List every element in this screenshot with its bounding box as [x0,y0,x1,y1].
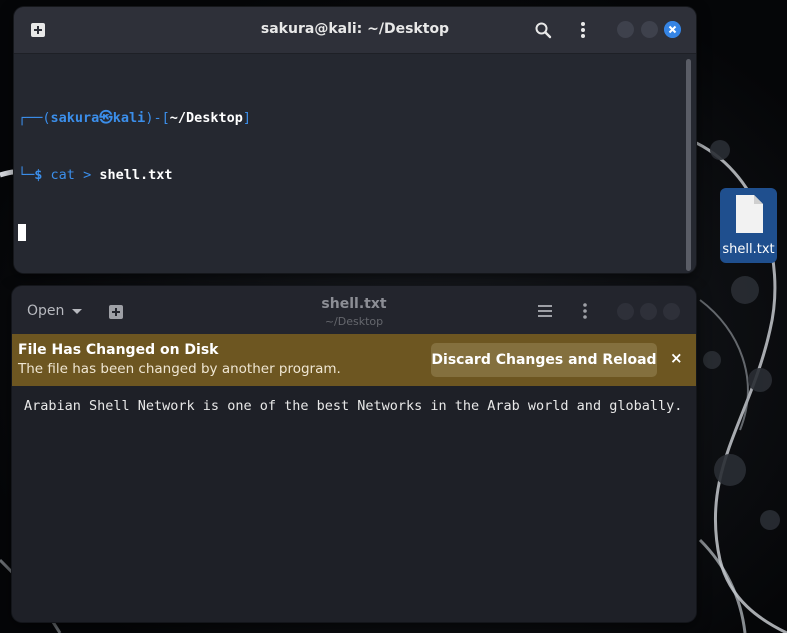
maximize-icon[interactable] [641,21,658,38]
text-cursor [18,223,26,241]
editor-header-bar[interactable]: Open shell.txt ~/Desktop [12,286,696,334]
input-line [18,223,251,242]
file-changed-infobar: File Has Changed on Disk The file has be… [12,334,696,386]
document-title: shell.txt [321,296,387,312]
terminal-output[interactable]: ┌──(sakura㉿kali)-[~/Desktop] └─$ cat > s… [14,54,696,273]
prompt-dollar: $ [34,167,43,183]
kebab-menu-icon[interactable] [573,20,593,40]
infobar-close-icon[interactable]: × [670,349,684,367]
command-line: └─$ cat > shell.txt [18,166,251,185]
minimize-icon[interactable] [617,21,634,38]
desktop-file-shell-txt[interactable]: shell.txt [720,188,777,263]
terminal-window[interactable]: sakura@kali: ~/Desktop ┌──(sakura㉿kali)-… [14,7,696,273]
prompt-host: kali [112,110,146,126]
editor-text-area[interactable]: Arabian Shell Network is one of the best… [12,386,696,622]
terminal-title: sakura@kali: ~/Desktop [260,21,450,37]
prompt-at: ㉿ [99,110,113,126]
command-argument: shell.txt [99,167,173,183]
terminal-header-bar[interactable]: sakura@kali: ~/Desktop [14,7,696,54]
prompt-open: ┌──( [18,110,51,126]
prompt-mid: )-[ [145,110,170,126]
maximize-icon[interactable] [640,303,657,320]
terminal-scrollbar[interactable] [686,59,691,271]
prompt-path: ~/Desktop [169,110,243,126]
kebab-menu-icon[interactable] [578,302,592,320]
search-icon[interactable] [533,20,553,40]
close-icon[interactable] [663,303,680,320]
prompt-corner: └─ [18,167,35,183]
minimize-icon[interactable] [617,303,634,320]
prompt-user: sakura [50,110,100,126]
command-name: cat [50,167,75,183]
desktop-file-label: shell.txt [722,242,775,257]
text-file-icon [736,195,763,233]
document-content: Arabian Shell Network is one of the best… [24,398,683,414]
close-icon[interactable] [664,21,681,38]
infobar-message: The file has been changed by another pro… [18,361,341,377]
discard-and-reload-button[interactable]: Discard Changes and Reload [431,343,657,377]
document-path: ~/Desktop [324,315,384,328]
hamburger-menu-icon[interactable] [536,302,554,320]
command-redirect: > [83,167,92,183]
prompt-close: ] [242,110,251,126]
text-editor-window[interactable]: Open shell.txt ~/Desktop File Has Change… [12,286,696,622]
prompt-line: ┌──(sakura㉿kali)-[~/Desktop] [18,109,251,128]
infobar-title: File Has Changed on Disk [18,342,219,358]
